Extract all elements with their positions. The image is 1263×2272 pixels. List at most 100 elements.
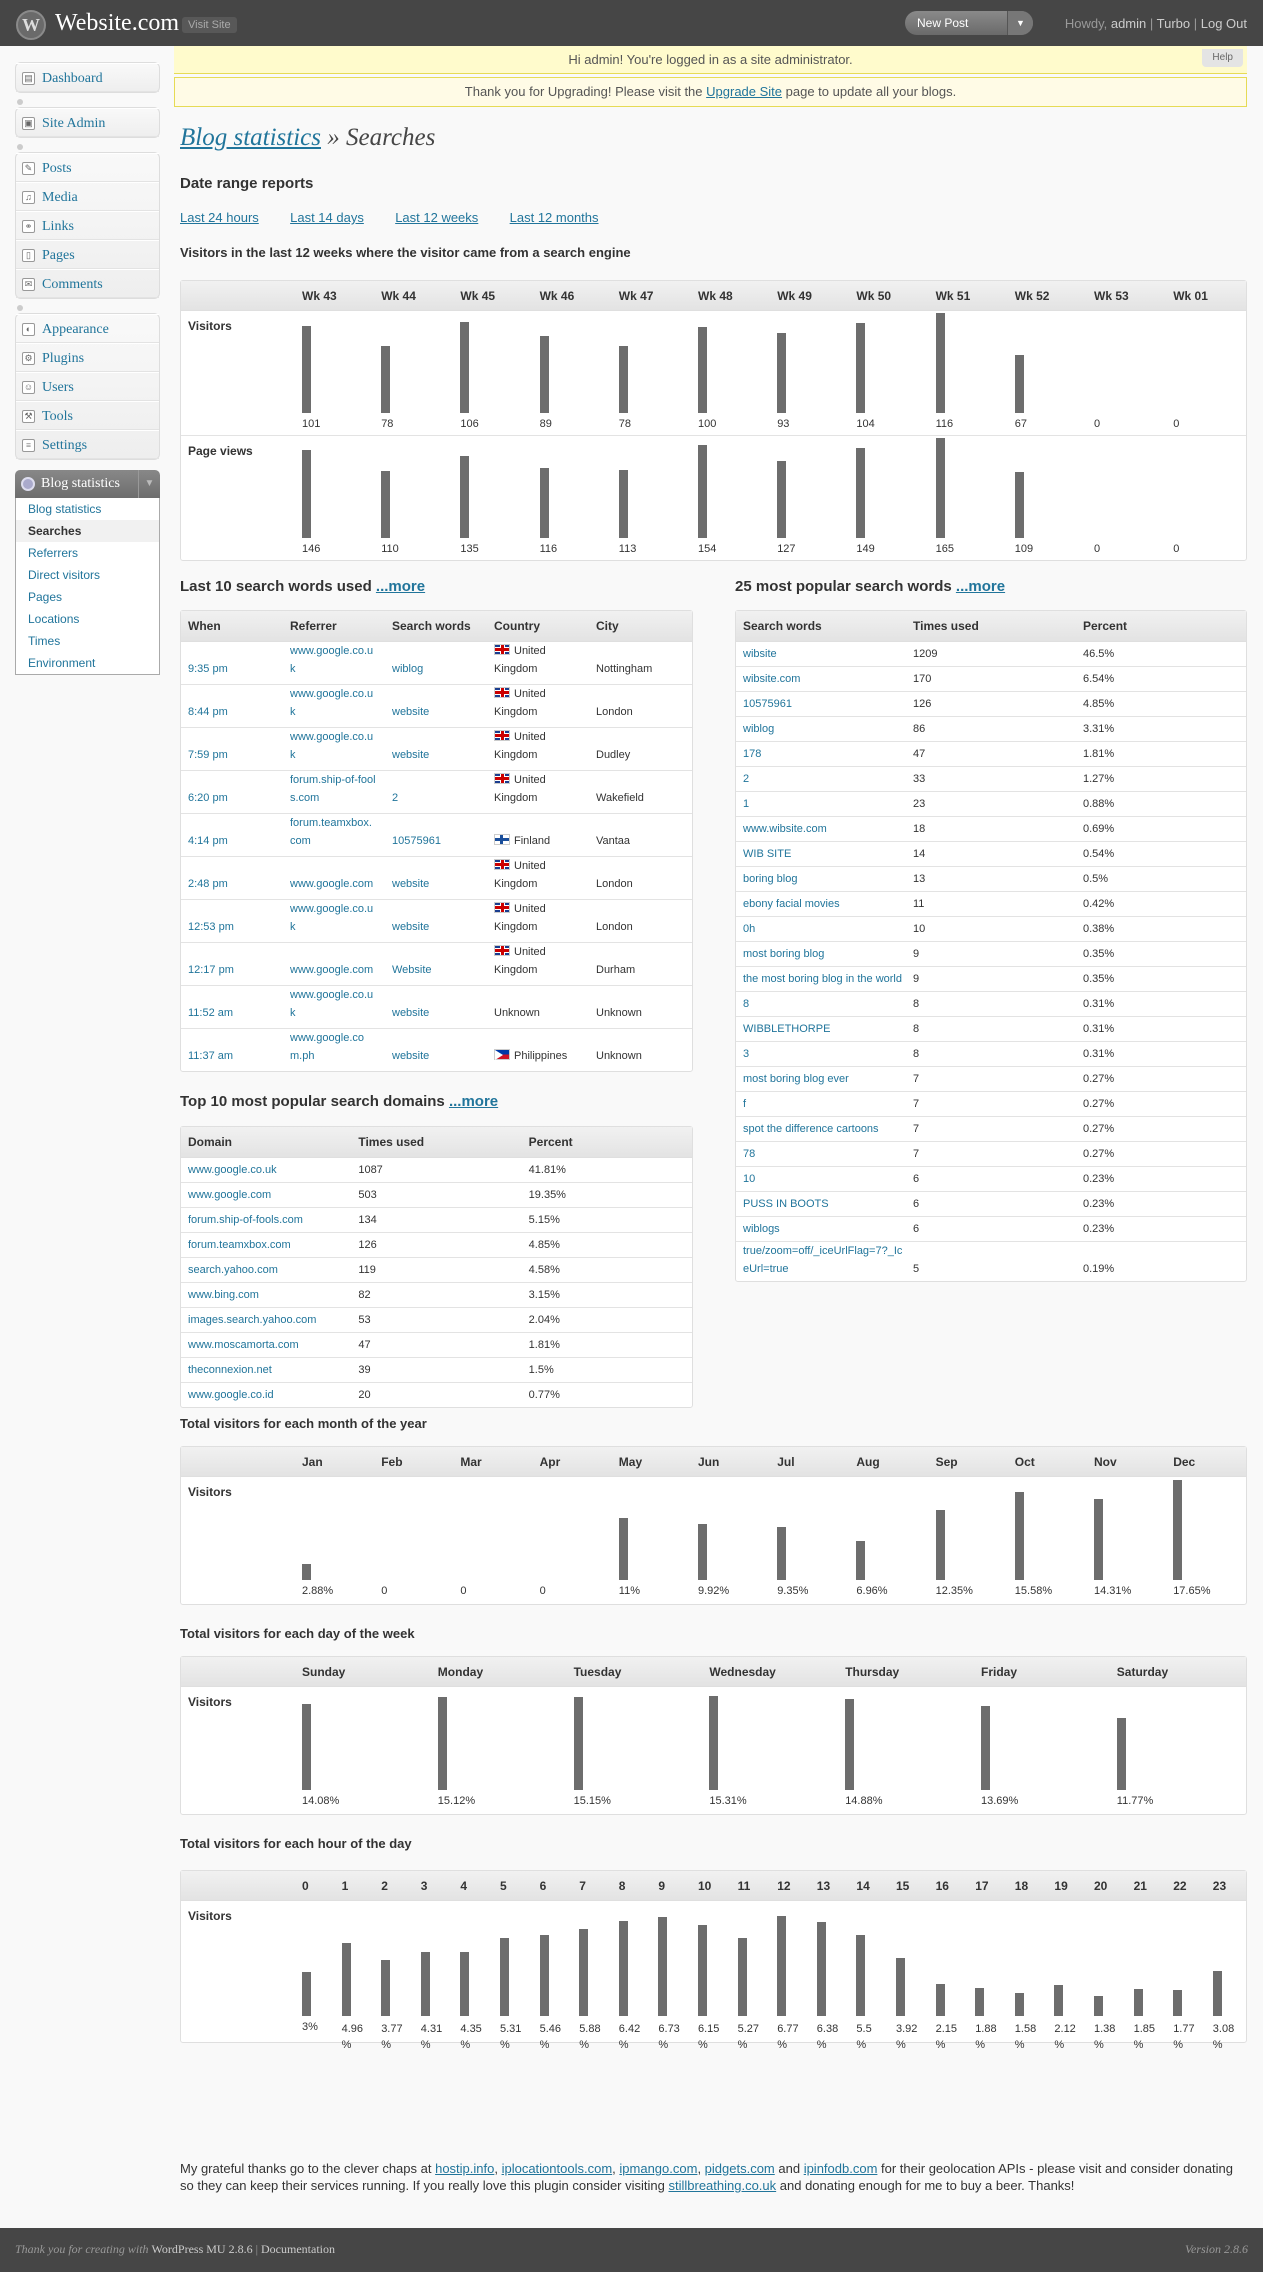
- user-link[interactable]: admin: [1111, 16, 1146, 31]
- search-word-link[interactable]: 178: [743, 745, 903, 763]
- pidgets-link[interactable]: pidgets.com: [705, 2161, 775, 2176]
- search-word-cell[interactable]: 2: [736, 766, 906, 792]
- search-words-cell[interactable]: wiblog: [385, 641, 487, 685]
- menu-item-site-admin[interactable]: ▣ Site Admin: [16, 108, 159, 137]
- referrer-cell[interactable]: www.google.com.ph: [283, 1028, 385, 1071]
- submenu-item-blog-statistics[interactable]: Blog statistics: [16, 498, 159, 520]
- site-title[interactable]: Website.com: [55, 10, 179, 37]
- blog-statistics-link[interactable]: Blog statistics: [180, 124, 321, 151]
- logout-link[interactable]: Log Out: [1201, 16, 1247, 31]
- search-word-cell[interactable]: wibsite: [736, 641, 906, 667]
- search-word-cell[interactable]: 0h: [736, 916, 906, 942]
- search-word-link[interactable]: ebony facial movies: [743, 895, 903, 913]
- when-cell[interactable]: 12:17 pm: [181, 942, 283, 986]
- search-word-cell[interactable]: 3: [736, 1041, 906, 1067]
- search-word-link[interactable]: 1: [743, 795, 903, 813]
- menu-item-posts[interactable]: ✎ Posts: [16, 153, 159, 182]
- referrer-cell[interactable]: www.google.co.uk: [283, 684, 385, 728]
- search-word-cell[interactable]: f: [736, 1091, 906, 1117]
- when-cell[interactable]: 4:14 pm: [181, 813, 283, 857]
- search-word-cell[interactable]: PUSS IN BOOTS: [736, 1191, 906, 1217]
- search-word-link[interactable]: spot the difference cartoons: [743, 1120, 903, 1138]
- wordpress-mu-link[interactable]: WordPress MU 2.8.6: [152, 2242, 253, 2256]
- search-word-cell[interactable]: 1: [736, 791, 906, 817]
- referrer-link[interactable]: forum.ship-of-fools.com: [290, 771, 376, 807]
- referrer-cell[interactable]: www.google.com: [283, 942, 385, 986]
- search-word-link[interactable]: wibsite: [743, 645, 903, 663]
- referrer-cell[interactable]: forum.teamxbox.com: [283, 813, 385, 857]
- search-words-cell[interactable]: website: [385, 856, 487, 900]
- referrer-link[interactable]: forum.teamxbox.com: [290, 814, 376, 850]
- submenu-item-pages[interactable]: Pages: [16, 586, 159, 608]
- search-word-cell[interactable]: www.wibsite.com: [736, 816, 906, 842]
- domain-cell[interactable]: images.search.yahoo.com: [181, 1307, 352, 1333]
- referrer-link[interactable]: www.google.com.ph: [290, 1029, 376, 1065]
- search-word-cell[interactable]: wibsite.com: [736, 666, 906, 692]
- menu-item-media[interactable]: ♫ Media: [16, 182, 159, 211]
- iplocationtools-link[interactable]: iplocationtools.com: [502, 2161, 613, 2176]
- menu-item-appearance[interactable]: ◐ Appearance: [16, 314, 159, 343]
- referrer-cell[interactable]: www.google.co.uk: [283, 985, 385, 1029]
- search-word-link[interactable]: wiblogs: [743, 1220, 903, 1238]
- range-link-24-hours[interactable]: Last 24 hours: [180, 210, 259, 225]
- search-word-cell[interactable]: the most boring blog in the world: [736, 966, 906, 992]
- referrer-cell[interactable]: www.google.co.uk: [283, 899, 385, 943]
- stillbreathing-link[interactable]: stillbreathing.co.uk: [668, 2178, 776, 2193]
- submenu-item-times[interactable]: Times: [16, 630, 159, 652]
- referrer-link[interactable]: www.google.co.uk: [290, 728, 376, 764]
- search-word-cell[interactable]: 10: [736, 1166, 906, 1192]
- search-word-cell[interactable]: wiblogs: [736, 1216, 906, 1242]
- new-post-button[interactable]: New Post ▼: [905, 11, 1033, 35]
- menu-item-dashboard[interactable]: ▤ Dashboard: [16, 63, 159, 92]
- search-word-cell[interactable]: 78: [736, 1141, 906, 1167]
- search-word-link[interactable]: 2: [743, 770, 903, 788]
- search-word-link[interactable]: 78: [743, 1145, 903, 1163]
- documentation-link[interactable]: Documentation: [261, 2242, 335, 2256]
- search-domains-more-link[interactable]: ...more: [449, 1093, 498, 1110]
- visit-site-button[interactable]: Visit Site: [182, 17, 237, 33]
- upgrade-site-link[interactable]: Upgrade Site: [706, 84, 782, 99]
- search-word-cell[interactable]: WIBBLETHORPE: [736, 1016, 906, 1042]
- search-word-link[interactable]: 10: [743, 1170, 903, 1188]
- submenu-item-direct-visitors[interactable]: Direct visitors: [16, 564, 159, 586]
- search-words-cell[interactable]: website: [385, 684, 487, 728]
- search-word-link[interactable]: most boring blog: [743, 945, 903, 963]
- search-word-link[interactable]: the most boring blog in the world: [743, 970, 903, 988]
- referrer-link[interactable]: www.google.com: [290, 961, 376, 979]
- turbo-link[interactable]: Turbo: [1157, 16, 1190, 31]
- search-word-link[interactable]: boring blog: [743, 870, 903, 888]
- when-cell[interactable]: 9:35 pm: [181, 641, 283, 685]
- search-word-cell[interactable]: 178: [736, 741, 906, 767]
- search-word-cell[interactable]: true/zoom=off/_iceUrlFlag=7?_IceUrl=true: [736, 1241, 906, 1281]
- menu-item-pages[interactable]: ▯ Pages: [16, 240, 159, 269]
- submenu-item-referrers[interactable]: Referrers: [16, 542, 159, 564]
- when-cell[interactable]: 7:59 pm: [181, 727, 283, 771]
- range-link-14-days[interactable]: Last 14 days: [290, 210, 364, 225]
- domain-cell[interactable]: www.moscamorta.com: [181, 1332, 352, 1358]
- search-word-link[interactable]: WIBBLETHORPE: [743, 1020, 903, 1038]
- referrer-link[interactable]: www.google.co.uk: [290, 642, 376, 678]
- search-word-cell[interactable]: spot the difference cartoons: [736, 1116, 906, 1142]
- referrer-cell[interactable]: www.google.co.uk: [283, 727, 385, 771]
- referrer-cell[interactable]: www.google.co.uk: [283, 641, 385, 685]
- search-word-link[interactable]: WIB SITE: [743, 845, 903, 863]
- search-word-link[interactable]: true/zoom=off/_iceUrlFlag=7?_IceUrl=true: [743, 1242, 903, 1278]
- referrer-link[interactable]: www.google.com: [290, 875, 376, 893]
- referrer-link[interactable]: www.google.co.uk: [290, 685, 376, 721]
- domain-cell[interactable]: forum.teamxbox.com: [181, 1232, 352, 1258]
- domain-cell[interactable]: www.google.com: [181, 1182, 352, 1208]
- search-word-cell[interactable]: ebony facial movies: [736, 891, 906, 917]
- search-word-link[interactable]: f: [743, 1095, 903, 1113]
- popular-search-words-more-link[interactable]: ...more: [956, 578, 1005, 595]
- when-cell[interactable]: 8:44 pm: [181, 684, 283, 728]
- search-words-cell[interactable]: 10575961: [385, 813, 487, 857]
- when-cell[interactable]: 12:53 pm: [181, 899, 283, 943]
- chevron-down-icon[interactable]: ▼: [1007, 11, 1033, 35]
- search-word-link[interactable]: 10575961: [743, 695, 903, 713]
- when-cell[interactable]: 11:37 am: [181, 1028, 283, 1071]
- search-word-cell[interactable]: WIB SITE: [736, 841, 906, 867]
- search-word-cell[interactable]: 10575961: [736, 691, 906, 717]
- chevron-down-icon[interactable]: ▼: [138, 470, 160, 498]
- search-word-link[interactable]: PUSS IN BOOTS: [743, 1195, 903, 1213]
- search-word-link[interactable]: www.wibsite.com: [743, 820, 903, 838]
